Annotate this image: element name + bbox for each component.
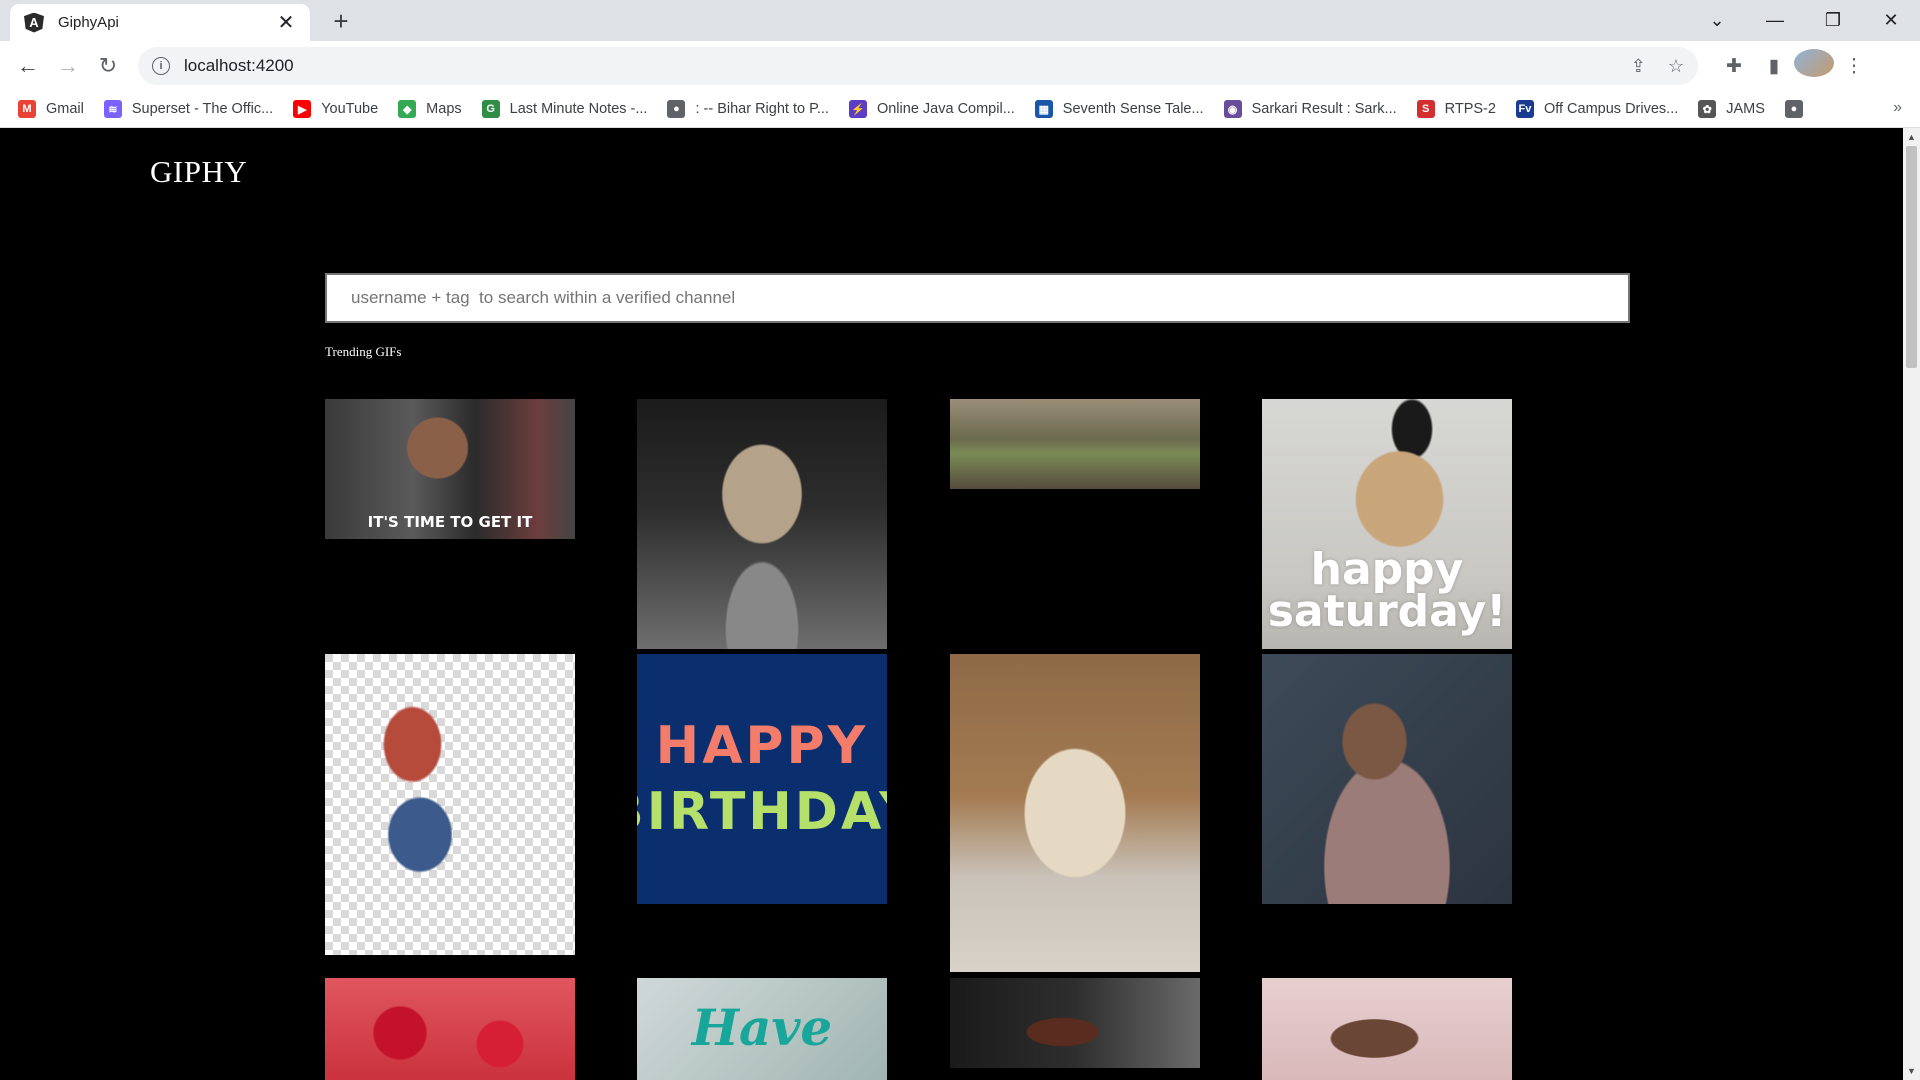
jdoodle-icon: ⚡ bbox=[848, 100, 867, 118]
superset-icon: ≋ bbox=[103, 100, 122, 118]
bookmark-label: RTPS-2 bbox=[1444, 101, 1496, 117]
scroll-down-icon[interactable]: ▼ bbox=[1907, 1066, 1916, 1076]
reload-icon[interactable]: ↻ bbox=[88, 53, 128, 79]
bookmark-label: Seventh Sense Tale... bbox=[1062, 101, 1204, 117]
toolbar-actions: ✚ ▮ ⋮ bbox=[1714, 49, 1874, 83]
browser-tab-bar: A GiphyApi ✕ + ⌄ — ❐ ✕ bbox=[0, 0, 1920, 41]
bookmark-label: Superset - The Offic... bbox=[131, 101, 274, 117]
profile-avatar[interactable] bbox=[1794, 49, 1834, 83]
close-tab-icon[interactable]: ✕ bbox=[274, 10, 298, 35]
bookmark-star-icon[interactable]: ☆ bbox=[1668, 56, 1684, 77]
jams-icon: ✿ bbox=[1698, 100, 1717, 118]
scroll-up-icon[interactable]: ▲ bbox=[1907, 132, 1916, 142]
giphy-logo[interactable]: GIPHY bbox=[150, 154, 247, 190]
bookmark-item[interactable]: G Last Minute Notes -... bbox=[481, 100, 648, 118]
bookmark-item[interactable]: ▦ Seventh Sense Tale... bbox=[1034, 100, 1204, 118]
gif-happy-birthday[interactable]: HAPPY BIRTHDAY bbox=[637, 654, 887, 904]
gif-caption-line2: BIRTHDAY bbox=[637, 782, 887, 842]
page-viewport: GIPHY Trending GIFs IT'S TIME TO GET IT … bbox=[0, 128, 1920, 1080]
browser-tab[interactable]: A GiphyApi ✕ bbox=[10, 4, 310, 41]
gif-skateboard-road[interactable] bbox=[950, 399, 1200, 489]
bookmark-item[interactable]: M Gmail bbox=[18, 100, 84, 118]
gmail-icon: M bbox=[18, 100, 36, 118]
bookmark-item[interactable]: ⚡ Online Java Compil... bbox=[848, 100, 1015, 118]
bookmark-label: JAMS bbox=[1726, 101, 1765, 117]
site-info-icon[interactable]: i bbox=[152, 57, 170, 75]
gfg-icon: G bbox=[481, 100, 500, 118]
side-panel-icon[interactable]: ▮ bbox=[1754, 55, 1794, 78]
gif-caption: happy saturday! bbox=[1267, 544, 1507, 637]
gif-caption: IT'S TIME TO GET IT bbox=[367, 513, 533, 531]
gif-karate-kick[interactable] bbox=[325, 654, 575, 955]
seventh-sense-icon: ▦ bbox=[1034, 100, 1053, 118]
bookmark-item[interactable]: S RTPS-2 bbox=[1416, 100, 1496, 118]
gif-pug-happy-saturday[interactable]: happy saturday! bbox=[1262, 399, 1512, 649]
globe-icon: ● bbox=[1784, 100, 1803, 118]
forward-arrow-icon[interactable]: → bbox=[48, 53, 88, 79]
bookmark-item[interactable]: ● bbox=[1784, 100, 1813, 118]
tab-search-icon[interactable]: ⌄ bbox=[1688, 10, 1746, 31]
address-bar[interactable]: i localhost:4200 ⇪ ☆ bbox=[138, 47, 1698, 85]
angular-favicon-icon: A bbox=[24, 12, 44, 33]
bookmark-item[interactable]: ≋ Superset - The Offic... bbox=[103, 100, 274, 118]
sarkari-icon: ◉ bbox=[1223, 100, 1242, 118]
fv-icon: Fv bbox=[1515, 100, 1534, 118]
bookmark-item[interactable]: ◆ Maps bbox=[398, 100, 462, 118]
restore-button[interactable]: ❐ bbox=[1804, 10, 1862, 31]
gif-bearded-man[interactable] bbox=[1262, 654, 1512, 904]
bookmark-item[interactable]: ▶ YouTube bbox=[293, 100, 378, 118]
url-text[interactable]: localhost:4200 bbox=[184, 56, 1609, 76]
bookmark-item[interactable]: ◉ Sarkari Result : Sark... bbox=[1223, 100, 1397, 118]
gif-its-time-to-get-it[interactable]: IT'S TIME TO GET IT bbox=[325, 399, 575, 539]
tab-title: GiphyApi bbox=[58, 14, 119, 31]
gif-have-a[interactable]: Have bbox=[637, 978, 887, 1080]
bookmarks-overflow-icon[interactable]: » bbox=[1893, 99, 1902, 117]
back-arrow-icon[interactable]: ← bbox=[8, 53, 48, 79]
page-scrollbar[interactable]: ▲ ▼ bbox=[1903, 128, 1920, 1080]
search-input[interactable] bbox=[325, 273, 1630, 323]
maps-icon: ◆ bbox=[398, 100, 417, 118]
trending-heading: Trending GIFs bbox=[325, 344, 402, 359]
scrollbar-thumb[interactable] bbox=[1906, 146, 1917, 368]
bookmark-label: YouTube bbox=[321, 101, 379, 117]
menu-kebab-icon[interactable]: ⋮ bbox=[1834, 55, 1874, 78]
gif-dancing-bear[interactable] bbox=[950, 654, 1200, 972]
bookmark-label: Off Campus Drives... bbox=[1543, 101, 1679, 117]
bookmark-label: Sarkari Result : Sark... bbox=[1251, 101, 1397, 117]
youtube-icon: ▶ bbox=[293, 100, 312, 118]
bookmarks-bar: M Gmail ≋ Superset - The Offic... ▶ YouTube ◆ M… bbox=[0, 91, 1920, 128]
share-icon[interactable]: ⇪ bbox=[1631, 56, 1646, 77]
gif-dog-bath[interactable] bbox=[1262, 978, 1512, 1080]
gif-caption-line1: HAPPY bbox=[655, 716, 869, 776]
bookmark-label: Online Java Compil... bbox=[876, 101, 1015, 117]
browser-toolbar: ← → ↻ i localhost:4200 ⇪ ☆ ✚ ▮ ⋮ bbox=[0, 41, 1920, 91]
gif-caption: Have bbox=[691, 998, 833, 1057]
new-tab-button[interactable]: + bbox=[326, 6, 356, 37]
bookmark-label: Last Minute Notes -... bbox=[509, 101, 648, 117]
bookmark-item[interactable]: Fv Off Campus Drives... bbox=[1515, 100, 1679, 118]
bookmark-item[interactable]: ✿ JAMS bbox=[1698, 100, 1765, 118]
window-controls: ⌄ — ❐ ✕ bbox=[1688, 0, 1920, 41]
rtps-icon: S bbox=[1416, 100, 1435, 118]
gif-cat-motorcycle[interactable] bbox=[637, 399, 887, 649]
bookmark-item[interactable]: ● : -- Bihar Right to P... bbox=[667, 100, 829, 118]
minimize-button[interactable]: — bbox=[1746, 10, 1804, 31]
bookmark-label: Gmail bbox=[46, 101, 84, 117]
close-window-button[interactable]: ✕ bbox=[1862, 10, 1920, 31]
gif-red-hearts[interactable] bbox=[325, 978, 575, 1080]
bookmark-label: : -- Bihar Right to P... bbox=[695, 101, 829, 117]
bookmark-label: Maps bbox=[426, 101, 462, 117]
globe-icon: ● bbox=[667, 100, 686, 118]
gif-dark-scene[interactable] bbox=[950, 978, 1200, 1068]
extensions-puzzle-icon[interactable]: ✚ bbox=[1714, 55, 1754, 78]
